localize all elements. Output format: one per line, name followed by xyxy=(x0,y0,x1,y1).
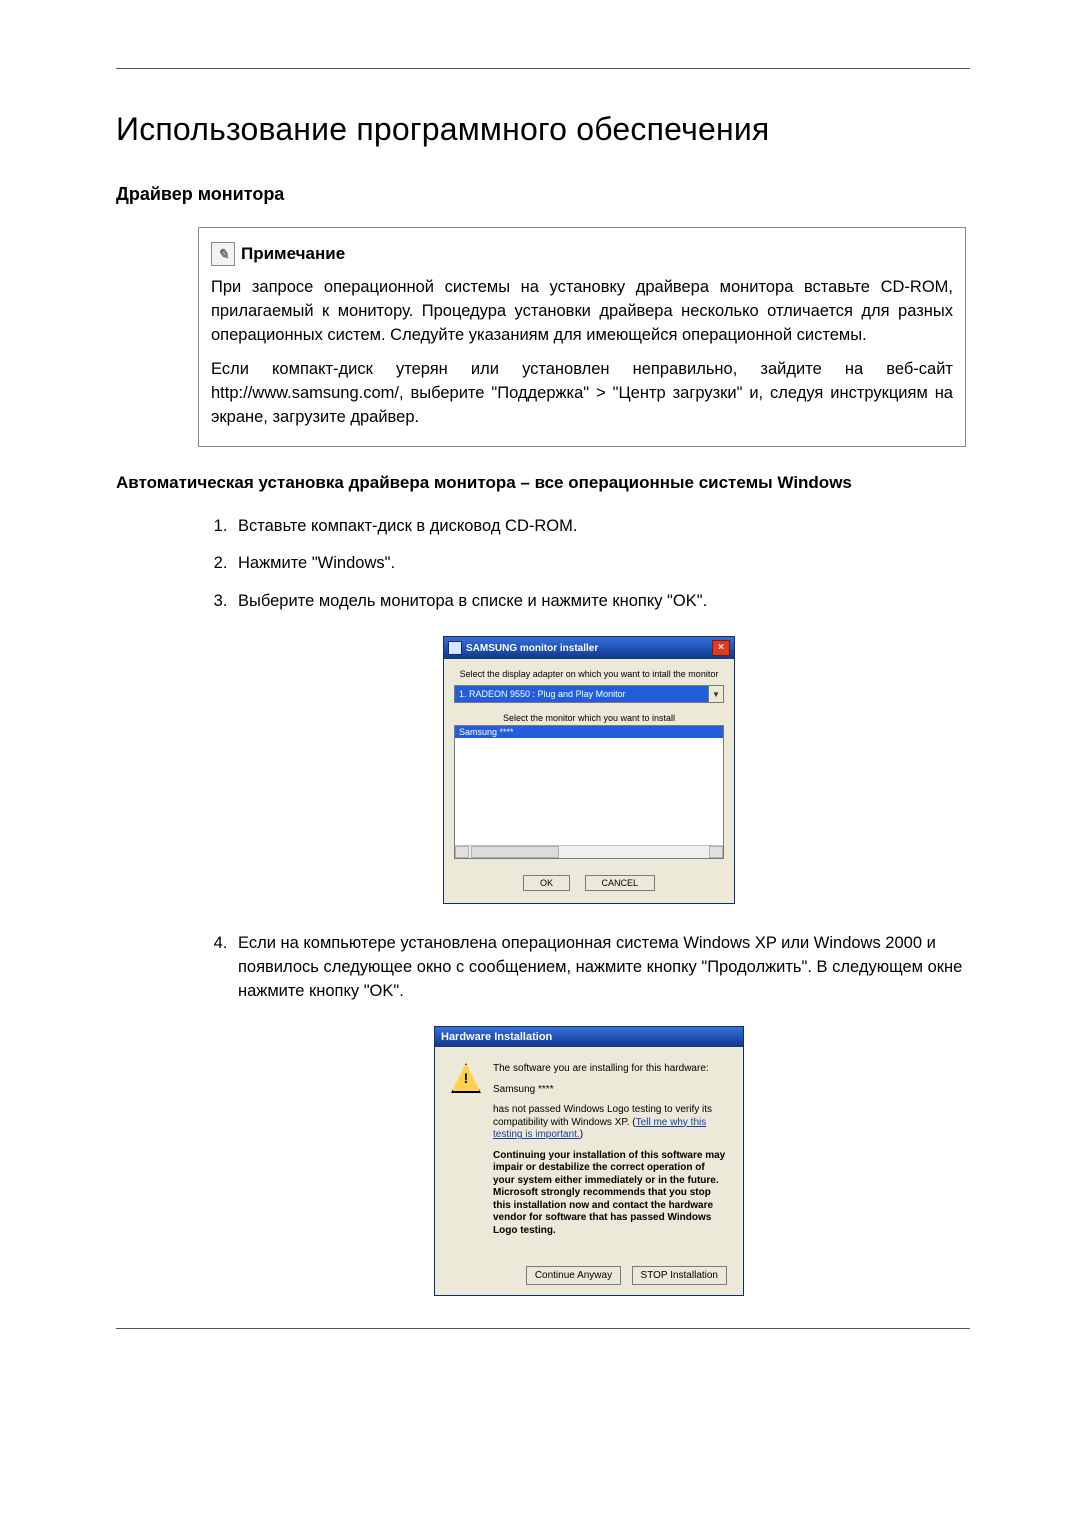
stop-installation-button[interactable]: STOP Installation xyxy=(632,1266,727,1285)
horizontal-scrollbar[interactable] xyxy=(455,845,723,858)
warning-bold-text: Continuing your installation of this sof… xyxy=(493,1150,727,1238)
note-box: ✎ Примечание При запросе операционной си… xyxy=(198,227,966,447)
steps-list-continued: Если на компьютере установлена операцион… xyxy=(208,932,966,1004)
chevron-down-icon[interactable]: ▼ xyxy=(708,686,723,702)
scroll-left-icon[interactable] xyxy=(455,846,469,858)
note-icon: ✎ xyxy=(211,242,235,266)
note-title: Примечание xyxy=(241,244,345,264)
hardware-warning-text: The software you are installing for this… xyxy=(493,1063,727,1245)
warning-icon: ! xyxy=(451,1063,481,1093)
section-heading: Драйвер монитора xyxy=(116,184,970,205)
step-3: Выберите модель монитора в списке и нажм… xyxy=(232,590,966,614)
app-icon xyxy=(448,641,462,655)
note-paragraph-2: Если компакт-диск утерян или установлен … xyxy=(211,358,953,430)
hardware-warning-body: ! The software you are installing for th… xyxy=(435,1047,743,1255)
bottom-divider xyxy=(116,1328,970,1329)
document-page: Использование программного обеспечения Д… xyxy=(0,0,1080,1527)
adapter-dropdown-value: 1. RADEON 9550 : Plug and Play Monitor xyxy=(455,686,708,702)
figure-installer-dialog: SAMSUNG monitor installer × Select the d… xyxy=(208,636,970,904)
monitor-label: Select the monitor which you want to ins… xyxy=(454,713,724,723)
hardware-warning-button-row: Continue Anyway STOP Installation xyxy=(435,1265,743,1295)
warning-logo-text-b: ) xyxy=(580,1129,583,1140)
cancel-button[interactable]: CANCEL xyxy=(585,875,656,891)
installer-title: SAMSUNG monitor installer xyxy=(466,643,708,654)
note-paragraph-1: При запросе операционной системы на уста… xyxy=(211,276,953,348)
figure-hardware-warning: Hardware Installation ! The software you… xyxy=(208,1026,970,1296)
hardware-warning-window: Hardware Installation ! The software you… xyxy=(434,1026,744,1296)
hardware-warning-titlebar: Hardware Installation xyxy=(435,1027,743,1047)
warning-logo-text: has not passed Windows Logo testing to v… xyxy=(493,1104,727,1142)
hardware-warning-title: Hardware Installation xyxy=(441,1031,552,1043)
installer-window: SAMSUNG monitor installer × Select the d… xyxy=(443,636,735,904)
installer-button-row: OK CANCEL xyxy=(454,875,724,891)
installer-titlebar: SAMSUNG monitor installer × xyxy=(444,637,734,659)
step-2: Нажмите "Windows". xyxy=(232,552,966,576)
scroll-right-icon[interactable] xyxy=(709,846,723,858)
scroll-thumb[interactable] xyxy=(471,846,559,858)
warning-line-1: The software you are installing for this… xyxy=(493,1063,727,1076)
note-title-row: ✎ Примечание xyxy=(211,242,953,266)
monitor-list-item-selected[interactable]: Samsung **** xyxy=(455,726,723,738)
scroll-track xyxy=(559,846,709,858)
top-divider xyxy=(116,68,970,69)
subsection-heading: Автоматическая установка драйвера монито… xyxy=(116,473,970,493)
step-1: Вставьте компакт-диск в дисковод CD-ROM. xyxy=(232,515,966,539)
ok-button[interactable]: OK xyxy=(523,875,570,891)
installer-body: Select the display adapter on which you … xyxy=(444,659,734,903)
close-icon[interactable]: × xyxy=(712,640,730,656)
step-4: Если на компьютере установлена операцион… xyxy=(232,932,966,1004)
page-title: Использование программного обеспечения xyxy=(116,111,970,148)
warning-device-name: Samsung **** xyxy=(493,1084,727,1097)
continue-anyway-button[interactable]: Continue Anyway xyxy=(526,1266,621,1285)
adapter-dropdown[interactable]: 1. RADEON 9550 : Plug and Play Monitor ▼ xyxy=(454,685,724,703)
adapter-label: Select the display adapter on which you … xyxy=(454,669,724,679)
monitor-listbox[interactable]: Samsung **** xyxy=(454,725,724,859)
steps-list: Вставьте компакт-диск в дисковод CD-ROM.… xyxy=(208,515,966,615)
